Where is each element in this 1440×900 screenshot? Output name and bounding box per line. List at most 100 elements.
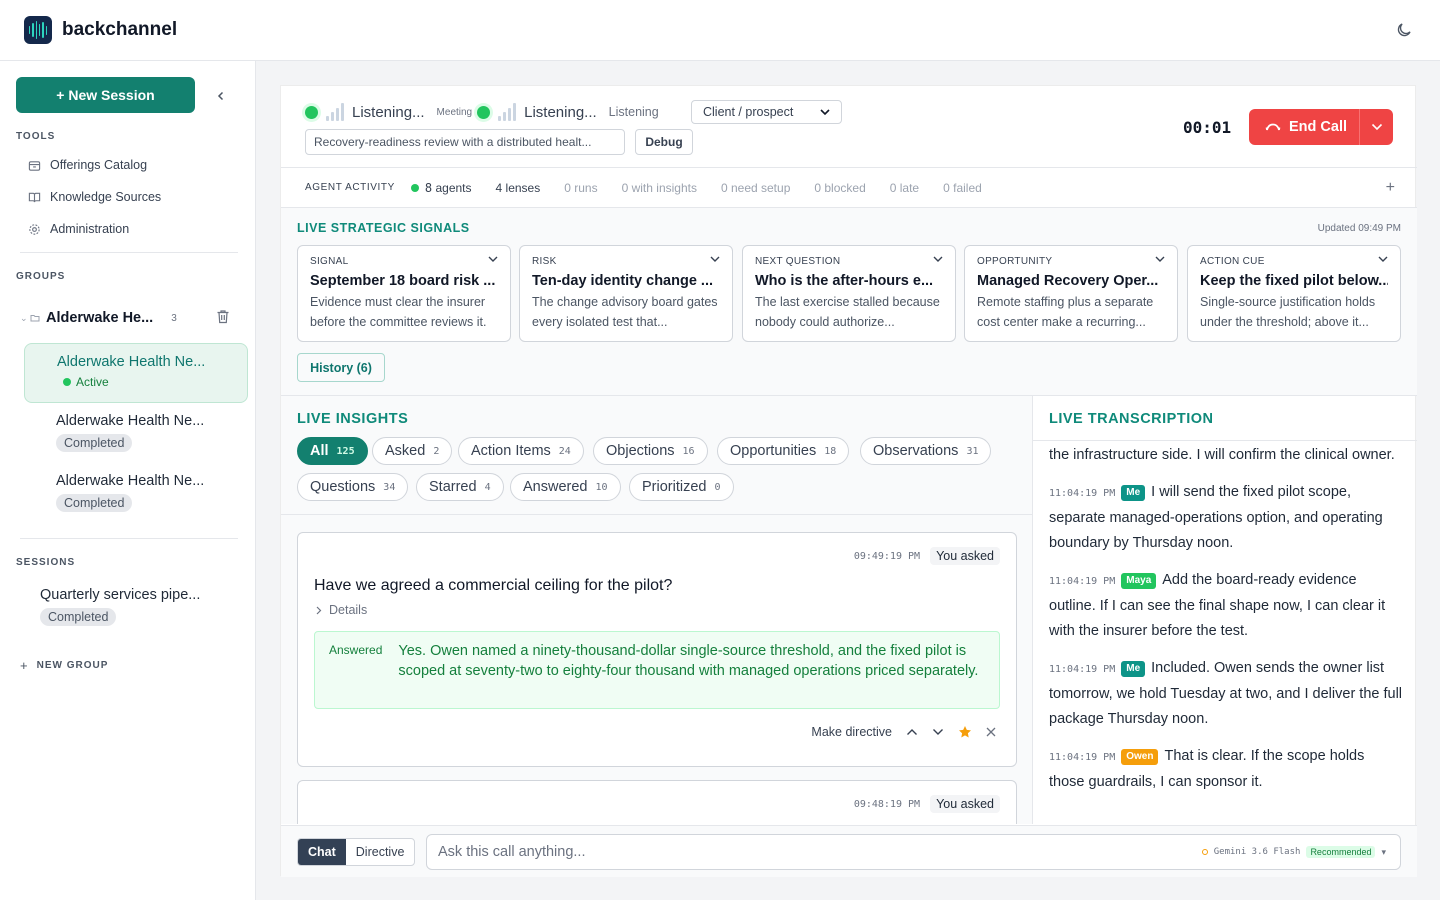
filter-count: 0 bbox=[714, 481, 721, 493]
need-setup-count: 0 need setup bbox=[720, 180, 791, 195]
role-select[interactable]: Client / prospect bbox=[691, 100, 842, 124]
filter-starred[interactable]: Starred 4 bbox=[416, 473, 504, 501]
filter-count: 4 bbox=[484, 481, 491, 493]
filter-observations[interactable]: Observations 31 bbox=[860, 437, 992, 465]
status-badge: Completed bbox=[40, 608, 117, 626]
signal-card[interactable]: SIGNAL September 18 board risk ... Evide… bbox=[297, 245, 511, 342]
chevron-up-icon[interactable] bbox=[906, 728, 918, 736]
tool-knowledge-sources[interactable]: Knowledge Sources bbox=[28, 190, 161, 204]
filter-questions[interactable]: Questions 34 bbox=[297, 473, 409, 501]
transcript-line: 11:04:19 PM Me Included. Owen sends the ow… bbox=[1049, 656, 1403, 732]
debug-button[interactable]: Debug bbox=[635, 129, 693, 155]
moon-icon[interactable] bbox=[1392, 18, 1416, 42]
expand-activity-button[interactable]: + bbox=[1386, 179, 1395, 197]
app-name: backchannel bbox=[62, 19, 178, 40]
agent-activity-title: AGENT ACTIVITY bbox=[305, 182, 395, 193]
signal-kind: SIGNAL bbox=[310, 256, 349, 267]
insight-tag: You asked bbox=[930, 795, 1000, 813]
chevron-down-icon[interactable] bbox=[488, 256, 498, 263]
live-transcription-panel: LIVE TRANSCRIPTION the infrastructure si… bbox=[1033, 396, 1417, 824]
model-name: Gemini 3.6 Flash bbox=[1213, 847, 1301, 857]
filter-count: 125 bbox=[336, 445, 355, 457]
listening-label: Listening... bbox=[352, 103, 425, 121]
chevron-down-icon bbox=[1371, 123, 1382, 131]
groups-title: GROUPS bbox=[16, 271, 66, 282]
signal-body: Evidence must clear the insurer before t… bbox=[310, 295, 487, 329]
new-group-button[interactable]: + NEW GROUP bbox=[20, 658, 108, 673]
chevron-left-icon[interactable] bbox=[212, 87, 230, 105]
answer-text: Yes. Owen named a ninety-thousand-dollar… bbox=[398, 643, 979, 679]
signals-title: LIVE STRATEGIC SIGNALS bbox=[297, 221, 470, 235]
late-count: 0 late bbox=[889, 180, 920, 195]
chat-mode-button[interactable]: Chat bbox=[298, 839, 346, 865]
signal-card[interactable]: RISK Ten-day identity change ... The cha… bbox=[519, 245, 733, 342]
agents-number: 8 bbox=[424, 180, 433, 195]
tool-label: Administration bbox=[50, 222, 130, 236]
chat-input[interactable]: Ask this call anything... Gemini 3.6 Fla… bbox=[426, 834, 1401, 870]
speaker-badge: Me bbox=[1121, 485, 1146, 501]
end-call-dropdown[interactable] bbox=[1360, 123, 1393, 131]
filter-opportunities[interactable]: Opportunities 18 bbox=[717, 437, 850, 465]
signal-headline: Keep the fixed pilot below... bbox=[1200, 273, 1388, 289]
lenses-count: 4 lenses bbox=[496, 181, 541, 195]
end-call-label: End Call bbox=[1289, 119, 1348, 135]
signal-headline: Managed Recovery Oper... bbox=[977, 273, 1159, 289]
make-directive-button[interactable]: Make directive bbox=[811, 725, 892, 739]
session-title: Alderwake Health Ne... bbox=[56, 413, 205, 429]
chevron-down-icon[interactable] bbox=[1378, 256, 1388, 263]
filter-objections[interactable]: Objections 16 bbox=[593, 437, 708, 465]
transcript-line: the infrastructure side. I will confirm … bbox=[1049, 447, 1395, 463]
group-session-item[interactable]: Alderwake Health Ne... Completed bbox=[24, 403, 248, 463]
tools-title: TOOLS bbox=[16, 131, 56, 142]
status-badge: Active bbox=[63, 375, 109, 389]
filter-label: Observations bbox=[873, 443, 959, 459]
chevron-down-icon[interactable] bbox=[710, 256, 720, 263]
filter-count: 18 bbox=[824, 445, 837, 457]
filter-action-items[interactable]: Action Items 24 bbox=[458, 437, 584, 465]
model-selector[interactable]: Gemini 3.6 Flash Recommended ▾ bbox=[1201, 846, 1386, 858]
group-session-item[interactable]: Alderwake Health Ne... Active bbox=[24, 343, 248, 403]
chevron-down-icon: ▾ bbox=[1381, 846, 1386, 857]
live-insights-panel: LIVE INSIGHTS All 125 Asked 2 Action Items… bbox=[281, 396, 1033, 824]
end-call-main[interactable]: End Call bbox=[1249, 109, 1360, 145]
lenses-label: lenses bbox=[505, 180, 541, 195]
new-session-button[interactable]: + New Session bbox=[16, 77, 195, 113]
tool-offerings-catalog[interactable]: Offerings Catalog bbox=[28, 158, 147, 172]
answer-label: Answered bbox=[329, 643, 383, 657]
signal-card[interactable]: OPPORTUNITY Managed Recovery Oper... Rem… bbox=[964, 245, 1178, 342]
signal-headline: Ten-day identity change ... bbox=[532, 273, 714, 289]
close-icon[interactable] bbox=[986, 727, 996, 737]
sidebar: + New Session TOOLS Offerings Catalog Kn… bbox=[0, 61, 256, 900]
group-row[interactable]: ⌄ Alderwake He... 3 bbox=[20, 305, 236, 331]
transcript-line: 11:04:19 PM Me I will send the fixed pilot… bbox=[1049, 480, 1403, 556]
filter-answered[interactable]: Answered 10 bbox=[510, 473, 621, 501]
chevron-down-icon[interactable] bbox=[933, 256, 943, 263]
filter-asked[interactable]: Asked 2 bbox=[372, 437, 453, 465]
call-context-field[interactable]: Recovery-readiness review with a distrib… bbox=[305, 129, 625, 155]
tool-administration[interactable]: Administration bbox=[28, 222, 129, 236]
tool-label: Offerings Catalog bbox=[50, 158, 148, 172]
details-toggle[interactable]: Details bbox=[316, 603, 367, 617]
group-count: 3 bbox=[171, 312, 177, 324]
group-session-item[interactable]: Alderwake Health Ne... Completed bbox=[24, 463, 248, 523]
signal-card[interactable]: NEXT QUESTION Who is the after-hours e..… bbox=[742, 245, 956, 342]
filter-all[interactable]: All 125 bbox=[297, 437, 368, 465]
signal-card[interactable]: ACTION CUE Keep the fixed pilot below...… bbox=[1187, 245, 1401, 342]
transcription-title: LIVE TRANSCRIPTION bbox=[1049, 411, 1214, 427]
end-call-button[interactable]: End Call bbox=[1249, 109, 1393, 145]
line-time: 11:04:19 PM bbox=[1049, 664, 1116, 675]
chevron-down-icon[interactable]: ⌄ bbox=[20, 313, 30, 324]
star-icon[interactable] bbox=[958, 725, 972, 739]
signal-body: The last exercise stalled because nobody… bbox=[755, 295, 940, 329]
filter-prioritized[interactable]: Prioritized 0 bbox=[629, 473, 734, 501]
line-time: 11:04:19 PM bbox=[1049, 576, 1116, 587]
chevron-down-icon[interactable] bbox=[932, 728, 944, 736]
trash-icon[interactable] bbox=[216, 309, 230, 327]
session-title: Alderwake Health Ne... bbox=[57, 354, 206, 370]
directive-mode-button[interactable]: Directive bbox=[346, 839, 415, 865]
session-item[interactable]: Quarterly services pipe... Completed bbox=[8, 577, 232, 637]
history-button[interactable]: History (6) bbox=[297, 353, 385, 382]
blocked-count: 0 blocked bbox=[814, 180, 866, 195]
insights-title: LIVE INSIGHTS bbox=[297, 411, 409, 427]
chevron-down-icon[interactable] bbox=[1155, 256, 1165, 263]
